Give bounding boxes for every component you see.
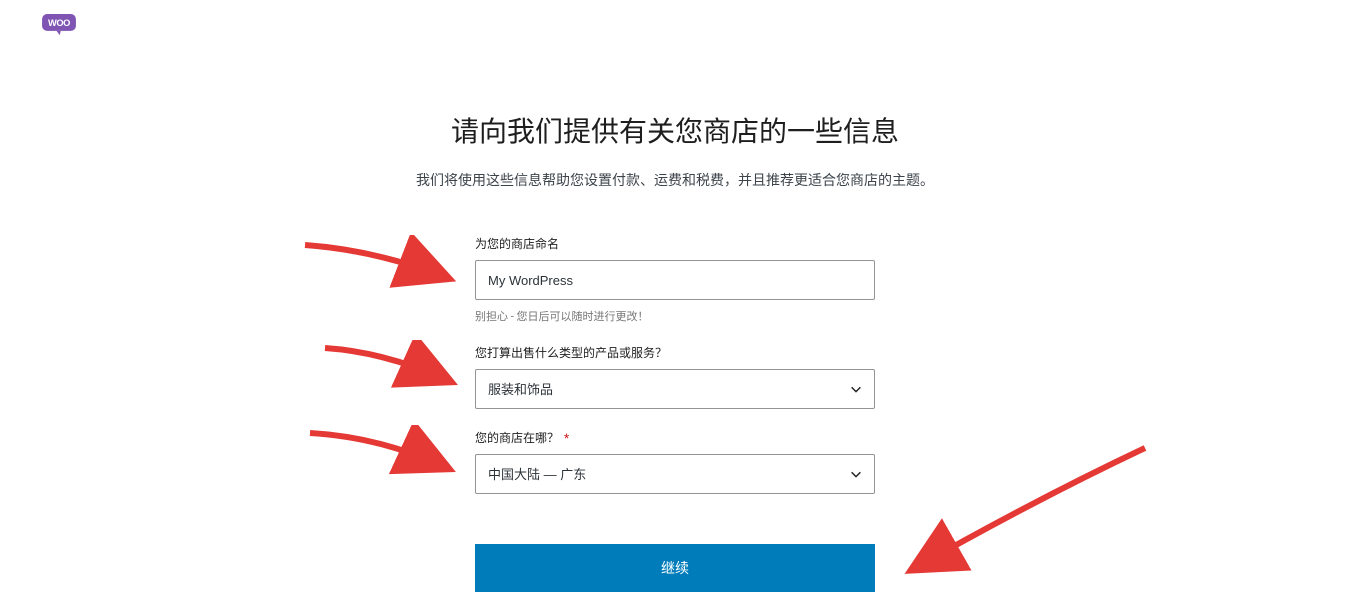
location-select[interactable]: 中国大陆 — 广东 [475, 454, 875, 494]
store-name-label: 为您的商店命名 [475, 235, 875, 252]
location-label-text: 您的商店在哪？ [475, 431, 559, 445]
product-type-select[interactable]: 服装和饰品 [475, 369, 875, 409]
store-info-form: 为您的商店命名 别担心 - 您日后可以随时进行更改！ 您打算出售什么类型的产品或… [475, 235, 875, 592]
svg-text:WOO: WOO [48, 18, 70, 28]
page-subtitle: 我们将使用这些信息帮助您设置付款、运费和税费，并且推荐更适合您商店的主题。 [416, 170, 934, 190]
location-label: 您的商店在哪？ * [475, 429, 875, 446]
onboarding-content: 请向我们提供有关您商店的一些信息 我们将使用这些信息帮助您设置付款、运费和税费，… [0, 0, 1350, 592]
location-group: 您的商店在哪？ * 中国大陆 — 广东 [475, 429, 875, 494]
page-heading: 请向我们提供有关您商店的一些信息 [451, 110, 899, 150]
woo-logo: WOO [42, 14, 76, 36]
store-name-helper: 别担心 - 您日后可以随时进行更改！ [475, 308, 875, 324]
store-name-group: 为您的商店命名 别担心 - 您日后可以随时进行更改！ [475, 235, 875, 324]
product-type-group: 您打算出售什么类型的产品或服务？ 服装和饰品 [475, 344, 875, 409]
product-type-label: 您打算出售什么类型的产品或服务？ [475, 344, 875, 361]
continue-button[interactable]: 继续 [475, 544, 875, 592]
required-marker: * [564, 431, 569, 445]
store-name-input[interactable] [475, 260, 875, 300]
